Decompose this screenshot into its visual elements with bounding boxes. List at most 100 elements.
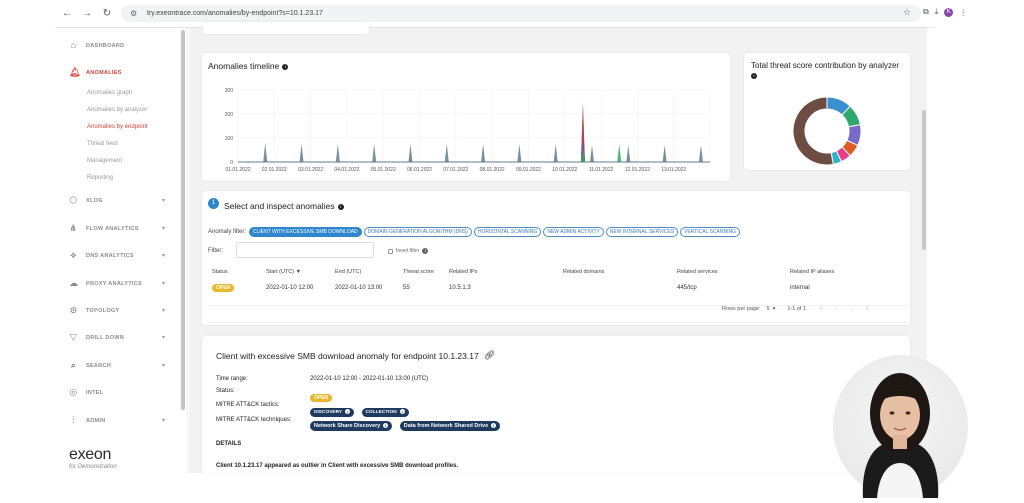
cell-related-services: 445/tcp	[677, 285, 697, 291]
top-card-fragment	[203, 22, 369, 34]
col-related-services[interactable]: Related services	[677, 269, 718, 275]
logo-subtitle: for Demonstration	[69, 464, 117, 470]
col-related-domains[interactable]: Related domains	[563, 269, 604, 275]
filter-chip-new-internal-services[interactable]: NEW INTERNAL SERVICES	[605, 227, 679, 237]
technique-chip[interactable]: Data from Network Shared Drive i	[399, 421, 501, 431]
timeline-spike[interactable]	[372, 144, 377, 162]
cell-threat-score: 55	[403, 285, 410, 291]
sidebar-item-proxy-analytics[interactable]: ☁ PROXY ANALYTICS ▾	[69, 279, 165, 288]
timeline-spike[interactable]	[517, 144, 522, 162]
col-related-ips[interactable]: Related IPs	[449, 269, 477, 275]
sidebar-item-intel[interactable]: ◎ INTEL	[69, 388, 103, 397]
y-tick-label: 300	[225, 88, 234, 94]
pagination: Rows per page: 5 ▾ 1-1 of 1 |‹ ‹ › ›|	[722, 306, 868, 312]
sidebar-item-drill-down[interactable]: ▽ DRILL DOWN ▾	[69, 333, 165, 342]
info-icon[interactable]: i	[337, 203, 344, 210]
bookmark-star-icon[interactable]: ☆	[903, 7, 911, 18]
info-icon[interactable]: i	[422, 248, 429, 254]
sidebar-sub-anomalies-graph[interactable]: Anomalies graph	[87, 90, 132, 96]
col-start[interactable]: Start (UTC) ▼	[266, 269, 301, 275]
sidebar-scrollbar[interactable]	[181, 30, 185, 410]
sidebar-item-search[interactable]: ⌕ SEARCH ▾	[69, 360, 165, 370]
search-icon: ⌕	[70, 360, 77, 370]
cell-start: 2022-01-10 12:00	[266, 285, 314, 291]
filter-chip-horizontal-scanning[interactable]: HORIZONTAL SCANNING	[473, 227, 542, 237]
x-tick-label: 04.01.2022	[334, 167, 359, 173]
timeline-spike[interactable]	[408, 144, 413, 162]
x-tick-label: 05.01.2022	[371, 167, 396, 173]
back-icon[interactable]: ←	[59, 8, 75, 19]
col-threat-score[interactable]: Threat score	[403, 269, 434, 275]
bell-icon: 🔔︎	[69, 67, 81, 77]
timeline-spike[interactable]	[590, 145, 594, 162]
profile-avatar[interactable]: K	[944, 7, 954, 17]
sidebar-sub-anomalies-by-analyzer[interactable]: Anomalies by analyzer	[87, 107, 147, 113]
filter-chip-new-admin[interactable]: NEW ADMIN ACTIVITY	[543, 227, 604, 237]
invert-checkbox[interactable]	[388, 248, 393, 254]
x-tick-label: 08.01.2022	[480, 167, 505, 173]
download-icon[interactable]: ⤓	[935, 7, 939, 17]
sidebar-item-admin[interactable]: ⫶ ADMIN ▾	[69, 416, 165, 425]
invert-filter-label: Invert filter	[396, 248, 420, 254]
donut-slice[interactable]	[792, 96, 834, 166]
presenter-video	[833, 355, 968, 498]
timeline-spike[interactable]	[698, 145, 703, 162]
filter-chip-dga[interactable]: DOMAIN GENERATION ALGORITHM (DNS)	[363, 227, 472, 237]
timeline-spike[interactable]	[299, 144, 304, 162]
timeline-spike[interactable]	[444, 144, 449, 162]
sidebar-item-flow-analytics[interactable]: ⋔ FLOW ANALYTICS ▾	[69, 224, 165, 233]
sidebar-item-topology[interactable]: ⊙ TOPOLOGY ▾	[69, 305, 165, 315]
sidebar-item-label: FLOW ANALYTICS	[86, 225, 139, 232]
sidebar-item-anomalies[interactable]: 🔔︎ ANOMALIES	[69, 68, 122, 77]
invert-filter-toggle[interactable]: Invert filter i	[388, 248, 429, 254]
timeline-spike[interactable]	[263, 142, 268, 162]
techniques-label: MITRE ATT&CK techniques:	[216, 417, 292, 423]
x-tick-label: 11.01.2022	[589, 167, 614, 173]
sidebar-sub-management[interactable]: Management	[87, 158, 122, 164]
col-end[interactable]: End (UTC)	[335, 269, 361, 275]
prev-page-icon[interactable]: ‹	[835, 306, 837, 312]
timeline-spike[interactable]	[626, 145, 631, 162]
sidebar-item-dashboard[interactable]: ⌂ DASHBOARD	[69, 41, 125, 50]
filter-chip-smb[interactable]: CLIENT WITH EXCESSIVE SMB DOWNLOAD	[249, 227, 362, 237]
site-info-icon[interactable]: ⚙	[130, 5, 137, 22]
filter-input[interactable]	[236, 242, 374, 258]
last-page-icon[interactable]: ›|	[865, 306, 868, 312]
threat-donut-chart	[792, 96, 862, 166]
sidebar-item-label: DASHBOARD	[86, 42, 125, 49]
filter-chip-vertical-scanning[interactable]: VERTICAL SCANNING	[680, 227, 740, 237]
timeline-spike[interactable]	[553, 144, 558, 162]
forward-icon[interactable]: →	[79, 8, 95, 19]
chevron-down-icon: ▾	[162, 335, 166, 341]
extensions-icon[interactable]: ⧉	[923, 7, 929, 17]
sidebar-sub-reporting[interactable]: Reporting	[87, 175, 113, 181]
sidebar-item-xlog[interactable]: ⬡ XLOG ▾	[69, 196, 165, 205]
next-page-icon[interactable]: ›	[851, 306, 853, 312]
reload-icon[interactable]: ↻	[99, 8, 115, 19]
col-related-ip-aliases[interactable]: Related IP aliases	[790, 269, 834, 275]
sidebar-sub-anomalies-by-endpoint[interactable]: Anomalies by endpoint	[87, 124, 148, 130]
timeline-spike[interactable]	[335, 144, 340, 162]
threat-score-card: Total threat score contribution by analy…	[744, 53, 910, 170]
timeline-spike[interactable]	[662, 145, 667, 162]
main-scrollbar[interactable]	[922, 110, 926, 250]
rows-per-page-select[interactable]: 5	[767, 306, 770, 312]
link-icon[interactable]: 🔗︎	[484, 350, 495, 361]
chevron-down-icon: ▾	[162, 253, 166, 259]
col-status[interactable]: Status	[212, 269, 228, 275]
menu-icon[interactable]: ⋮	[959, 8, 967, 17]
sidebar-sub-threat-feed[interactable]: Threat feed	[87, 141, 118, 147]
sidebar-item-dns-analytics[interactable]: ⟡ DNS ANALYTICS ▾	[69, 251, 165, 260]
topology-icon: ⊙	[69, 305, 78, 315]
step-badge: 1	[208, 198, 219, 209]
anomalies-title: Select and inspect anomalies i	[224, 201, 344, 211]
time-range-label: Time range:	[216, 376, 248, 382]
info-icon: i	[491, 423, 497, 428]
timeline-spike[interactable]	[481, 144, 486, 162]
technique-chip[interactable]: Network Share Discovery i	[310, 421, 393, 431]
sidebar-item-label: ADMIN	[86, 417, 106, 424]
first-page-icon[interactable]: |‹	[820, 306, 823, 312]
chevron-down-icon: ▾	[162, 198, 166, 204]
address-bar[interactable]: ⚙ try.exeontrace.com/anomalies/by-endpoi…	[121, 5, 921, 22]
timeline-spike[interactable]	[617, 144, 622, 162]
